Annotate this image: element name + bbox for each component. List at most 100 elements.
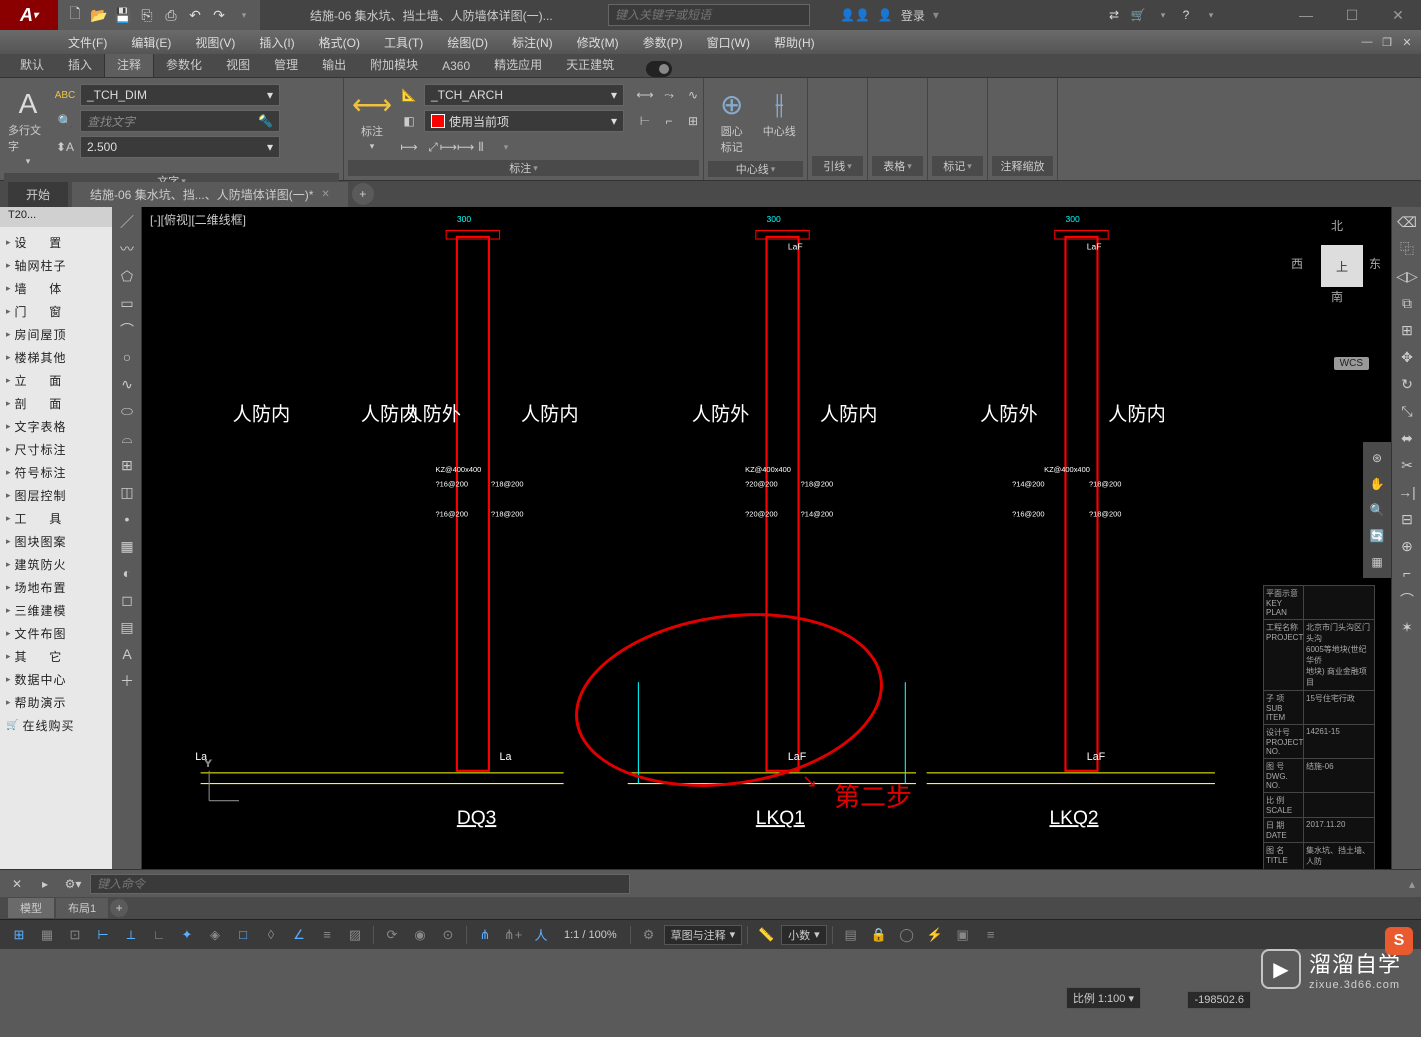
lp-section[interactable]: 剖 面 — [2, 392, 110, 415]
rtab-annotate[interactable]: 注释 — [104, 51, 154, 77]
sb-cycle-icon[interactable]: ⟳ — [379, 923, 405, 947]
stretch-icon[interactable]: ⬌ — [1394, 425, 1420, 451]
lp-other[interactable]: 其 它 — [2, 645, 110, 668]
menu-dim[interactable]: 标注(N) — [500, 31, 565, 54]
pan-icon[interactable]: ✋ — [1365, 472, 1389, 496]
menu-format[interactable]: 格式(O) — [307, 31, 372, 54]
lp-settings[interactable]: 设 置 — [2, 231, 110, 254]
move-icon[interactable]: ✥ — [1394, 344, 1420, 370]
drawing-canvas[interactable]: [-][俯视][二维线框] 北 南 东 西 上 WCS ⊛ ✋ 🔍 🔄 ▦ — [142, 207, 1391, 869]
lp-file[interactable]: 文件布图 — [2, 622, 110, 645]
app-logo[interactable]: A▾ — [0, 0, 58, 30]
viewcube[interactable]: 北 南 东 西 上 — [1291, 215, 1381, 305]
tab-start[interactable]: 开始 — [8, 182, 68, 207]
dim-continue-icon[interactable]: ⟼⟼ — [446, 136, 468, 158]
lp-grid[interactable]: 轴网柱子 — [2, 254, 110, 277]
sb-units[interactable]: 小数▾ — [781, 925, 827, 945]
lp-texttable[interactable]: 文字表格 — [2, 415, 110, 438]
sb-clean-icon[interactable]: ▣ — [950, 923, 976, 947]
dim-style-icon[interactable]: 📐 — [398, 84, 420, 106]
spline-icon[interactable]: ∿ — [114, 371, 140, 397]
insert-icon[interactable]: ⊞ — [114, 452, 140, 478]
menu-window[interactable]: 窗口(W) — [695, 31, 762, 54]
panel-title-center[interactable]: 中心线 — [708, 161, 803, 177]
block-icon[interactable]: ◫ — [114, 479, 140, 505]
sb-3d-icon[interactable]: ◉ — [407, 923, 433, 947]
menu-edit[interactable]: 编辑(E) — [119, 31, 183, 54]
lp-stair[interactable]: 楼梯其他 — [2, 346, 110, 369]
sb-ortho-icon[interactable]: ∟ — [146, 923, 172, 947]
sb-iso-icon[interactable]: ◈ — [202, 923, 228, 947]
rtab-default[interactable]: 默认 — [8, 52, 56, 77]
dim-ang-icon[interactable]: ∿ — [682, 84, 704, 106]
dim-more1[interactable] — [494, 136, 516, 158]
lp-door[interactable]: 门 窗 — [2, 300, 110, 323]
extend-icon[interactable]: →| — [1394, 479, 1420, 505]
sb-ann-vis-icon[interactable]: ⋔ — [472, 923, 498, 947]
save-icon[interactable]: 💾 — [112, 4, 134, 26]
search-go-icon[interactable]: 👤👤 — [840, 8, 870, 22]
rtab-tangent[interactable]: 天正建筑 — [554, 52, 626, 77]
polygon-icon[interactable]: ⬠ — [114, 263, 140, 289]
add-layout-button[interactable]: + — [110, 899, 128, 917]
lp-dim[interactable]: 尺寸标注 — [2, 438, 110, 461]
rtab-view[interactable]: 视图 — [214, 52, 262, 77]
dim-tol-icon[interactable]: ⊞ — [682, 110, 704, 132]
panel-title-leader[interactable]: 引线 — [812, 156, 863, 176]
maximize-button[interactable]: ☐ — [1329, 0, 1375, 30]
dim-break-icon[interactable]: ⤳ — [658, 84, 680, 106]
sb-isolate-icon[interactable]: ◯ — [894, 923, 920, 947]
scale-icon[interactable]: ⤡ — [1394, 398, 1420, 424]
print-icon[interactable]: ⎙ — [160, 4, 182, 26]
text-height-select[interactable]: 2.500▾ — [80, 136, 280, 158]
sb-zoom-text[interactable]: 1:1 / 100% — [556, 929, 625, 941]
saveas-icon[interactable]: ⎘ — [136, 4, 158, 26]
menu-insert[interactable]: 插入(I) — [247, 31, 306, 54]
cart-icon[interactable]: 🛒 — [1127, 4, 1149, 26]
orbit-icon[interactable]: 🔄 — [1365, 524, 1389, 548]
search-input[interactable] — [608, 4, 810, 26]
add-tab-button[interactable]: + — [352, 183, 374, 205]
lp-block[interactable]: 图块图案 — [2, 530, 110, 553]
sb-lwt-icon[interactable]: ≡ — [314, 923, 340, 947]
erase-icon[interactable]: ⌫ — [1394, 209, 1420, 235]
mtext-button[interactable]: A 多行文字 ▾ — [6, 84, 50, 171]
line-icon[interactable]: ／ — [114, 209, 140, 235]
dim-ord-icon[interactable]: ⊢ — [634, 110, 656, 132]
menu-view[interactable]: 视图(V) — [183, 31, 247, 54]
hatch-icon[interactable]: ▦ — [114, 533, 140, 559]
qat-more-icon[interactable] — [232, 4, 254, 26]
panel-title-table[interactable]: 表格 — [872, 156, 923, 176]
command-input[interactable] — [90, 874, 630, 894]
sb-quickprops-icon[interactable]: ▤ — [838, 923, 864, 947]
help-icon[interactable]: ? — [1175, 4, 1197, 26]
rtab-output[interactable]: 输出 — [310, 52, 358, 77]
sb-snap-icon[interactable]: ⊡ — [62, 923, 88, 947]
tab-drawing[interactable]: 结施-06 集水坑、挡...、人防墙体详图(一)*✕ — [72, 182, 348, 207]
point-icon[interactable]: • — [114, 506, 140, 532]
sb-grid-icon[interactable]: ▦ — [34, 923, 60, 947]
rtab-a360[interactable]: A360 — [430, 55, 482, 77]
dim-linear-icon[interactable]: ⟼ — [398, 136, 420, 158]
sb-model-icon[interactable]: ⊞ — [6, 923, 32, 947]
menu-draw[interactable]: 绘图(D) — [435, 31, 500, 54]
lp-tools[interactable]: 工 具 — [2, 507, 110, 530]
mdi-restore-icon[interactable]: ❐ — [1379, 35, 1395, 49]
rotate-icon[interactable]: ↻ — [1394, 371, 1420, 397]
chamfer-icon[interactable]: ⌐ — [1394, 560, 1420, 586]
sogou-ime-icon[interactable]: S — [1385, 927, 1413, 955]
mtext2-icon[interactable]: A — [114, 641, 140, 667]
anno-scale-display[interactable]: 比例 1:100 ▾ — [1066, 987, 1141, 1009]
cmd-recent-icon[interactable]: ▸ — [34, 873, 56, 895]
dim-layer-select[interactable]: 使用当前项▾ — [424, 110, 624, 132]
lp-wall[interactable]: 墙 体 — [2, 277, 110, 300]
dim-style-select[interactable]: _TCH_ARCH▾ — [424, 84, 624, 106]
sb-2d-icon[interactable]: ⊙ — [435, 923, 461, 947]
gradient-icon[interactable]: ◐ — [114, 560, 140, 586]
lp-fire[interactable]: 建筑防火 — [2, 553, 110, 576]
centerline-button[interactable]: ⫲中心线 — [758, 84, 802, 143]
sb-ws-icon[interactable]: ⚙ — [636, 923, 662, 947]
cart-more[interactable] — [1151, 4, 1173, 26]
sb-dyn-icon[interactable]: ⟂ — [118, 923, 144, 947]
sb-3dosnap-icon[interactable]: ◊ — [258, 923, 284, 947]
